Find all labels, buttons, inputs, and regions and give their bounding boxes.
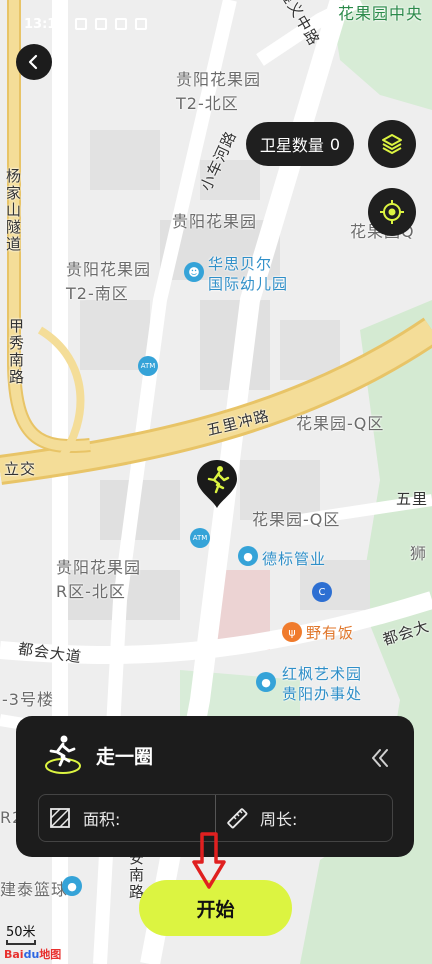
kindergarten-poi-icon[interactable]: ☻ [184,262,204,282]
location-poi-icon-3[interactable]: ● [62,876,82,896]
map-label-interchange: 立交 [4,460,37,478]
runner-icon [45,735,81,774]
double-chevron-left-icon[interactable] [368,746,392,770]
map-label-yeyoufan: 野有饭 [306,624,355,642]
status-icons [75,18,148,30]
back-button[interactable] [16,44,52,80]
satellite-label: 卫星数量 [259,136,324,155]
perimeter-label: 周长: [260,810,298,829]
status-time: 13:16 [24,16,66,32]
status-bar: 13:16 [0,0,432,48]
map-scale-bar [6,940,36,945]
map-label-t2-north: 贵阳花果园 T2-北区 [176,70,262,113]
perimeter-stat: 周长: [215,795,392,841]
baidu-logo: Baidu地图 [4,946,61,962]
locate-button[interactable] [368,188,416,236]
logo-part-a: Bai [4,948,24,961]
panel-title: 走一圈 [96,746,154,768]
map-label-r-north: 贵阳花果园 R区-北区 [56,558,142,601]
map-label-t2-south: 贵阳花果园 T2-南区 [66,260,152,303]
logo-part-b: du [23,948,40,961]
app-icon [115,18,128,30]
satellite-count: 0 [329,134,341,154]
atm-icon-2[interactable]: ATM [190,528,210,548]
area-label: 面积: [83,810,121,829]
layers-icon [382,134,402,154]
map-label-debiao: 德标管业 [262,550,327,568]
restaurant-icon[interactable]: ψ [282,622,302,642]
play-icon [135,18,148,30]
map-label-q-area-lower: 花果园-Q区 [252,510,341,529]
down-arrow-icon [192,832,226,889]
runner-marker-icon [197,460,237,508]
map-label-hongfeng: 红枫艺术园 贵阳办事处 [282,665,363,703]
area-icon [50,808,70,828]
ruler-icon [227,808,248,829]
locate-icon [380,200,404,224]
logo-part-c: 地图 [39,948,62,961]
map-label-q-area: 花果园-Q区 [296,414,385,433]
notification-icon [75,18,88,30]
map-label-jiantai: 建泰篮球 [0,880,69,899]
map-label-guiyang-huaguoyuan: 贵阳花果园 [172,212,258,231]
map-label-building3: -3号楼 [2,690,54,709]
map-label-yangjiashan-tunnel: 杨家山隧道 [4,168,22,253]
map-scale-label: 50米 [6,925,36,940]
map-label-shi: 狮 [410,544,428,563]
satellite-count-pill: 卫星数量 0 [246,122,354,166]
location-poi-icon[interactable]: ● [238,546,258,566]
sync-icon [95,18,108,30]
location-poi-icon-2[interactable]: ● [256,672,276,692]
layers-button[interactable] [368,120,416,168]
map-label-jiaxiu-south-road: 甲秀南路 [7,318,25,386]
map-label-huasi-kindergarten: 华思贝尔 国际幼儿园 [208,255,289,293]
map-label-wuli-right: 五里 [396,490,429,508]
chevron-left-icon [28,54,38,70]
area-stat: 面积: [39,795,215,841]
c-poi-icon[interactable]: C [312,582,332,602]
atm-icon[interactable]: ATM [138,356,158,376]
